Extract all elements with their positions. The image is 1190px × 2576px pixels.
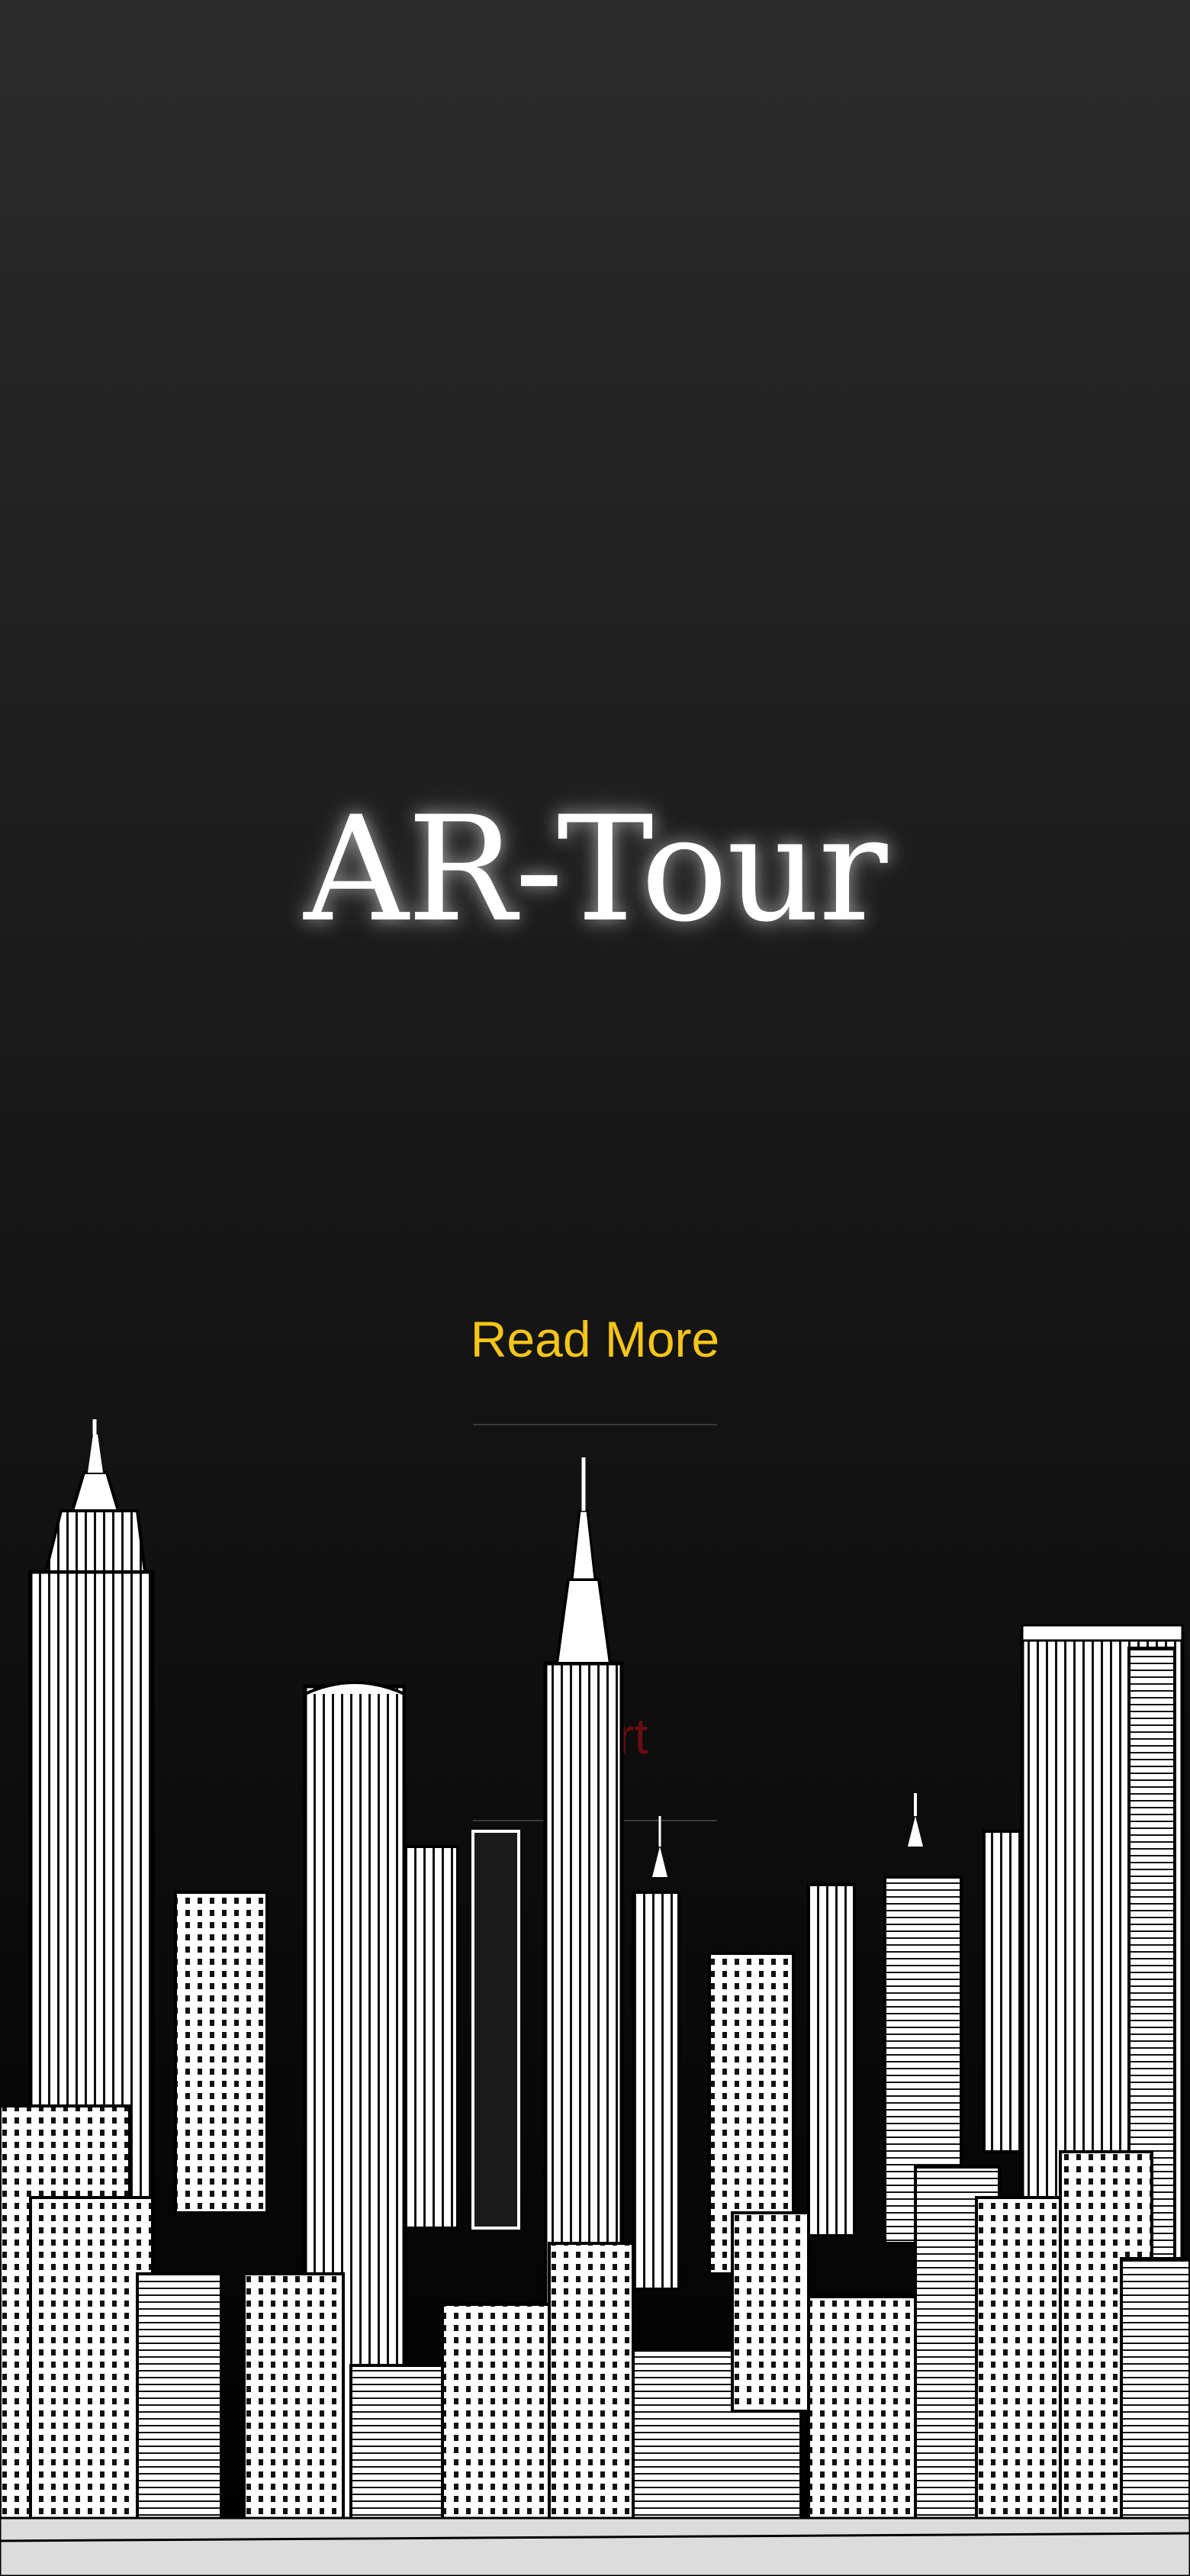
splash-screen: AR-Tour Read More Start (0, 0, 1190, 2576)
read-more-button[interactable]: Read More (442, 1297, 748, 1381)
app-title: AR-Tour (304, 785, 887, 954)
city-skyline-illustration (0, 1419, 1190, 2576)
